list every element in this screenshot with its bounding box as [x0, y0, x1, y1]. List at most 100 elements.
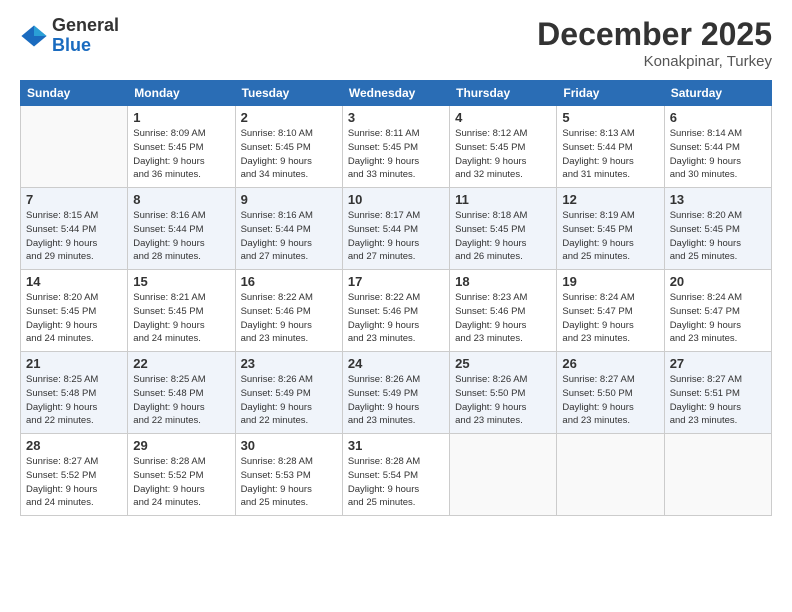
day-info: Sunrise: 8:28 AM Sunset: 5:52 PM Dayligh…: [133, 455, 229, 510]
day-number: 27: [670, 356, 766, 371]
calendar-week-row: 21 Sunrise: 8:25 AM Sunset: 5:48 PM Dayli…: [21, 352, 772, 434]
calendar-cell: 29 Sunrise: 8:28 AM Sunset: 5:52 PM Dayli…: [128, 434, 235, 516]
title-block: December 2025 Konakpinar, Turkey: [537, 16, 772, 70]
calendar-cell: 17Sunrise: 8:22 AM Sunset: 5:46 PM Dayli…: [342, 270, 449, 352]
weekday-header-tuesday: Tuesday: [235, 81, 342, 106]
day-number: 31: [348, 438, 444, 453]
calendar-cell: 9 Sunrise: 8:16 AM Sunset: 5:44 PM Daylig…: [235, 188, 342, 270]
calendar-cell: 19Sunrise: 8:24 AM Sunset: 5:47 PM Dayli…: [557, 270, 664, 352]
calendar-cell: [450, 434, 557, 516]
weekday-header-wednesday: Wednesday: [342, 81, 449, 106]
day-number: 25: [455, 356, 551, 371]
day-info: Sunrise: 8:17 AM Sunset: 5:44 PM Dayligh…: [348, 209, 444, 264]
day-number: 12: [562, 192, 658, 207]
day-number: 24: [348, 356, 444, 371]
day-number: 2: [241, 110, 337, 125]
calendar-cell: 6 Sunrise: 8:14 AM Sunset: 5:44 PM Daylig…: [664, 106, 771, 188]
day-number: 23: [241, 356, 337, 371]
day-number: 30: [241, 438, 337, 453]
day-number: 3: [348, 110, 444, 125]
calendar-week-row: 28 Sunrise: 8:27 AM Sunset: 5:52 PM Dayli…: [21, 434, 772, 516]
calendar-cell: 27 Sunrise: 8:27 AM Sunset: 5:51 PM Dayli…: [664, 352, 771, 434]
calendar-cell: [557, 434, 664, 516]
day-info: Sunrise: 8:14 AM Sunset: 5:44 PM Dayligh…: [670, 127, 766, 182]
logo-text: General Blue: [52, 16, 119, 56]
day-info: Sunrise: 8:24 AM Sunset: 5:47 PM Dayligh…: [670, 291, 766, 346]
calendar-cell: 16 Sunrise: 8:22 AM Sunset: 5:46 PM Dayli…: [235, 270, 342, 352]
day-number: 17: [348, 274, 444, 289]
day-info: Sunrise: 8:19 AM Sunset: 5:45 PM Dayligh…: [562, 209, 658, 264]
calendar-cell: 22Sunrise: 8:25 AM Sunset: 5:48 PM Dayli…: [128, 352, 235, 434]
calendar-cell: 31 Sunrise: 8:28 AM Sunset: 5:54 PM Dayli…: [342, 434, 449, 516]
calendar-cell: [21, 106, 128, 188]
day-number: 28: [26, 438, 122, 453]
day-info: Sunrise: 8:09 AM Sunset: 5:45 PM Dayligh…: [133, 127, 229, 182]
calendar-cell: 8Sunrise: 8:16 AM Sunset: 5:44 PM Daylig…: [128, 188, 235, 270]
calendar-cell: 7 Sunrise: 8:15 AM Sunset: 5:44 PM Daylig…: [21, 188, 128, 270]
day-info: Sunrise: 8:27 AM Sunset: 5:52 PM Dayligh…: [26, 455, 122, 510]
calendar-cell: [664, 434, 771, 516]
day-info: Sunrise: 8:18 AM Sunset: 5:45 PM Dayligh…: [455, 209, 551, 264]
day-number: 18: [455, 274, 551, 289]
calendar-cell: 4 Sunrise: 8:12 AM Sunset: 5:45 PM Daylig…: [450, 106, 557, 188]
day-number: 8: [133, 192, 229, 207]
calendar-cell: 13Sunrise: 8:20 AM Sunset: 5:45 PM Dayli…: [664, 188, 771, 270]
weekday-header-monday: Monday: [128, 81, 235, 106]
logo-icon: [20, 22, 48, 50]
day-info: Sunrise: 8:28 AM Sunset: 5:54 PM Dayligh…: [348, 455, 444, 510]
weekday-header-thursday: Thursday: [450, 81, 557, 106]
day-info: Sunrise: 8:27 AM Sunset: 5:51 PM Dayligh…: [670, 373, 766, 428]
day-info: Sunrise: 8:15 AM Sunset: 5:44 PM Dayligh…: [26, 209, 122, 264]
day-info: Sunrise: 8:16 AM Sunset: 5:44 PM Dayligh…: [241, 209, 337, 264]
day-number: 7: [26, 192, 122, 207]
calendar-week-row: 1Sunrise: 8:09 AM Sunset: 5:45 PM Daylig…: [21, 106, 772, 188]
day-info: Sunrise: 8:22 AM Sunset: 5:46 PM Dayligh…: [241, 291, 337, 346]
logo-general-text: General: [52, 16, 119, 36]
day-info: Sunrise: 8:26 AM Sunset: 5:50 PM Dayligh…: [455, 373, 551, 428]
calendar-cell: 21 Sunrise: 8:25 AM Sunset: 5:48 PM Dayli…: [21, 352, 128, 434]
day-number: 4: [455, 110, 551, 125]
calendar-cell: 26 Sunrise: 8:27 AM Sunset: 5:50 PM Dayli…: [557, 352, 664, 434]
calendar-cell: 30 Sunrise: 8:28 AM Sunset: 5:53 PM Dayli…: [235, 434, 342, 516]
day-info: Sunrise: 8:25 AM Sunset: 5:48 PM Dayligh…: [26, 373, 122, 428]
weekday-header-row: SundayMondayTuesdayWednesdayThursdayFrid…: [21, 81, 772, 106]
calendar-cell: 23 Sunrise: 8:26 AM Sunset: 5:49 PM Dayli…: [235, 352, 342, 434]
calendar-cell: 1Sunrise: 8:09 AM Sunset: 5:45 PM Daylig…: [128, 106, 235, 188]
calendar-week-row: 7 Sunrise: 8:15 AM Sunset: 5:44 PM Daylig…: [21, 188, 772, 270]
day-number: 10: [348, 192, 444, 207]
weekday-header-friday: Friday: [557, 81, 664, 106]
calendar-week-row: 14Sunrise: 8:20 AM Sunset: 5:45 PM Dayli…: [21, 270, 772, 352]
day-info: Sunrise: 8:13 AM Sunset: 5:44 PM Dayligh…: [562, 127, 658, 182]
logo: General Blue: [20, 16, 119, 56]
page: General Blue December 2025 Konakpinar, T…: [0, 0, 792, 612]
calendar-cell: 3Sunrise: 8:11 AM Sunset: 5:45 PM Daylig…: [342, 106, 449, 188]
day-info: Sunrise: 8:10 AM Sunset: 5:45 PM Dayligh…: [241, 127, 337, 182]
day-number: 22: [133, 356, 229, 371]
day-number: 21: [26, 356, 122, 371]
day-info: Sunrise: 8:12 AM Sunset: 5:45 PM Dayligh…: [455, 127, 551, 182]
day-info: Sunrise: 8:28 AM Sunset: 5:53 PM Dayligh…: [241, 455, 337, 510]
calendar-cell: 10 Sunrise: 8:17 AM Sunset: 5:44 PM Dayli…: [342, 188, 449, 270]
day-info: Sunrise: 8:24 AM Sunset: 5:47 PM Dayligh…: [562, 291, 658, 346]
calendar-cell: 15 Sunrise: 8:21 AM Sunset: 5:45 PM Dayli…: [128, 270, 235, 352]
day-number: 6: [670, 110, 766, 125]
day-info: Sunrise: 8:21 AM Sunset: 5:45 PM Dayligh…: [133, 291, 229, 346]
calendar-cell: 2 Sunrise: 8:10 AM Sunset: 5:45 PM Daylig…: [235, 106, 342, 188]
day-number: 9: [241, 192, 337, 207]
day-info: Sunrise: 8:26 AM Sunset: 5:49 PM Dayligh…: [348, 373, 444, 428]
day-info: Sunrise: 8:20 AM Sunset: 5:45 PM Dayligh…: [670, 209, 766, 264]
calendar-cell: 12 Sunrise: 8:19 AM Sunset: 5:45 PM Dayli…: [557, 188, 664, 270]
calendar-cell: 11 Sunrise: 8:18 AM Sunset: 5:45 PM Dayli…: [450, 188, 557, 270]
day-number: 11: [455, 192, 551, 207]
day-number: 16: [241, 274, 337, 289]
month-title: December 2025: [537, 16, 772, 53]
day-number: 20: [670, 274, 766, 289]
day-number: 29: [133, 438, 229, 453]
calendar-cell: 28 Sunrise: 8:27 AM Sunset: 5:52 PM Dayli…: [21, 434, 128, 516]
day-number: 26: [562, 356, 658, 371]
day-info: Sunrise: 8:26 AM Sunset: 5:49 PM Dayligh…: [241, 373, 337, 428]
day-number: 15: [133, 274, 229, 289]
day-info: Sunrise: 8:20 AM Sunset: 5:45 PM Dayligh…: [26, 291, 122, 346]
calendar-cell: 5Sunrise: 8:13 AM Sunset: 5:44 PM Daylig…: [557, 106, 664, 188]
day-info: Sunrise: 8:27 AM Sunset: 5:50 PM Dayligh…: [562, 373, 658, 428]
